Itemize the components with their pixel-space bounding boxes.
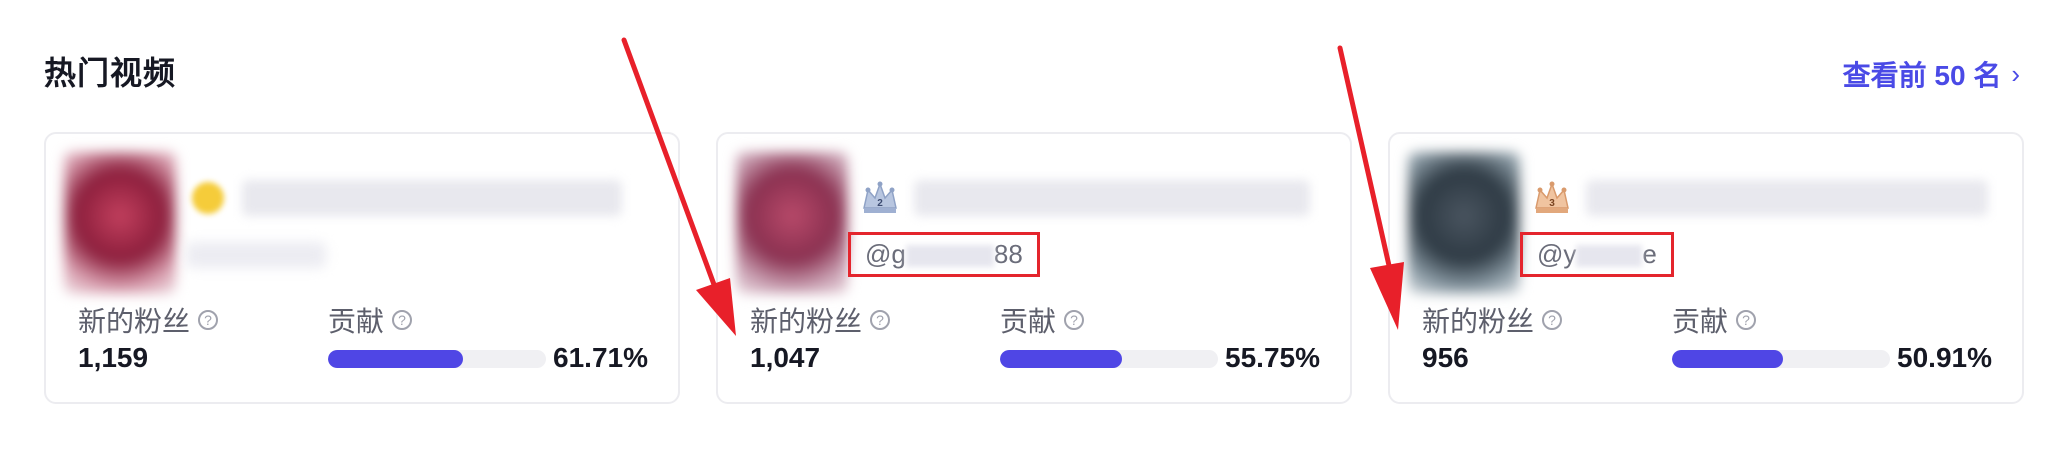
annotation-arrow-1 <box>621 37 736 336</box>
annotation-arrow-2 <box>1337 45 1404 330</box>
annotation-arrows <box>621 37 1404 336</box>
